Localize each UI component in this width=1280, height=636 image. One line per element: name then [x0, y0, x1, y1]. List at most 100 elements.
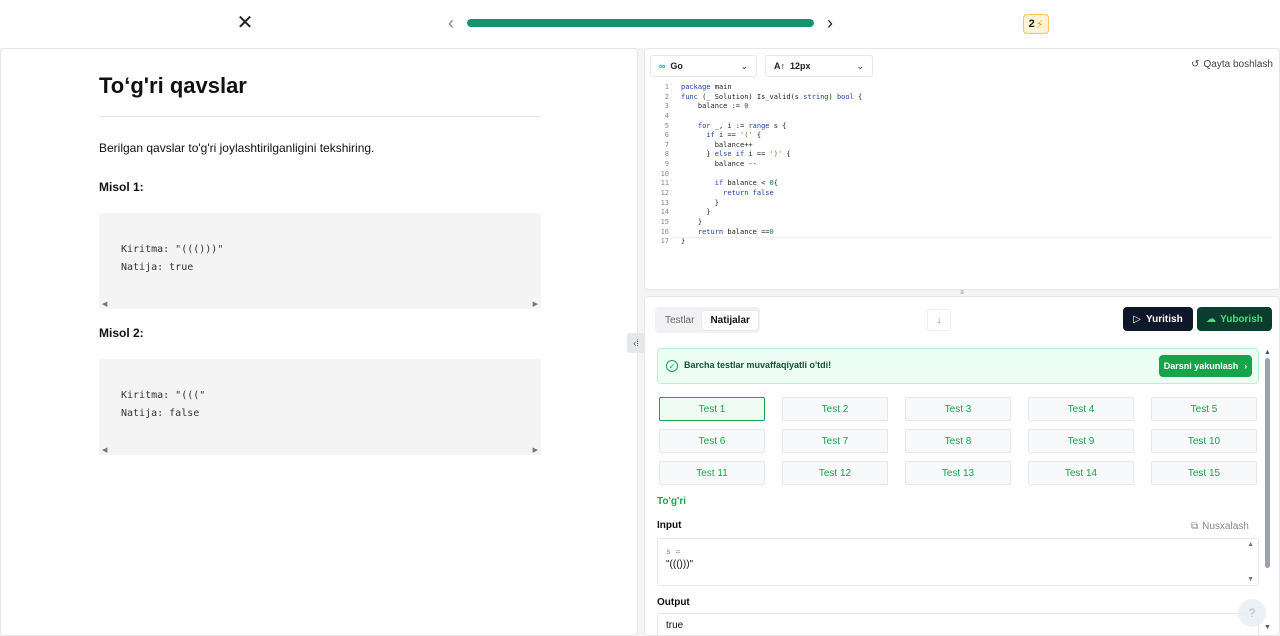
input-value: "((()))" — [666, 559, 694, 570]
scroll-down-icon[interactable]: ▼ — [1264, 624, 1271, 631]
input-box[interactable]: s = "((()))" ▲ ▼ — [657, 538, 1259, 586]
output-label: Output — [657, 597, 690, 608]
scroll-right-icon[interactable]: ▶ — [533, 300, 538, 308]
test-case-button[interactable]: Test 11 — [659, 461, 765, 485]
current-line-highlight — [672, 237, 1272, 238]
code-line: 1 package main — [653, 83, 1280, 93]
example-code: Kiritma: "(((" Natija: false — [121, 390, 206, 419]
scroll-left-icon[interactable]: ◀ — [102, 300, 107, 308]
code-line: 6 if i == '(' { — [653, 131, 1280, 141]
lightning-icon: ⚡ — [1035, 18, 1044, 31]
divider — [99, 116, 541, 117]
test-case-button[interactable]: Test 14 — [1028, 461, 1134, 485]
scroll-up-icon[interactable]: ▲ — [1247, 541, 1254, 548]
output-box[interactable]: true ▼ — [657, 613, 1259, 635]
code-line: 2 func (_ Solution) Is_valid(s string) bo… — [653, 93, 1280, 103]
line-number: 10 — [660, 169, 669, 178]
scroll-down-icon[interactable]: ▼ — [1247, 576, 1254, 583]
code-text: balance := 0 — [681, 102, 749, 111]
code-line: 11 if balance < 0{ — [653, 179, 1280, 189]
line-number: 5 — [664, 121, 669, 130]
problem-panel: To‘g'ri qavslar Berilgan qavslar to'g'ri… — [0, 48, 638, 636]
problem-title: To‘g'ri qavslar — [99, 73, 247, 98]
code-line: 13 } — [653, 199, 1280, 209]
tab-tests[interactable]: Testlar — [657, 311, 702, 330]
code-text: if balance < 0{ — [714, 179, 778, 188]
code-line: 16 return balance ==0 — [653, 228, 1280, 238]
language-value: Go — [670, 61, 683, 71]
copy-button[interactable]: ⧉ Nusxalash — [1191, 521, 1249, 532]
line-number: 12 — [660, 189, 669, 198]
test-case-button[interactable]: Test 12 — [782, 461, 888, 485]
test-verdict: To'g'ri — [657, 496, 687, 507]
test-case-button[interactable]: Test 1 — [659, 397, 765, 421]
progress-bar — [467, 19, 814, 27]
scrollbar-thumb[interactable] — [1265, 358, 1270, 568]
line-number: 2 — [664, 92, 669, 101]
finish-label: Darsni yakunlash — [1163, 361, 1239, 371]
code-text: } — [681, 208, 711, 217]
line-number: 6 — [664, 131, 669, 140]
test-case-button[interactable]: Test 2 — [782, 397, 888, 421]
code-line: 10 — [653, 170, 1280, 180]
test-case-button[interactable]: Test 3 — [905, 397, 1011, 421]
code-text: balance++ — [681, 140, 753, 149]
code-line: 12 return false — [653, 189, 1280, 199]
code-line: 8 } else if i == ')' { — [653, 150, 1280, 160]
example-label: Misol 2: — [99, 326, 144, 340]
vertical-scrollbar[interactable]: ▲ ▼ — [1264, 349, 1272, 631]
output-value: true — [666, 620, 684, 631]
test-case-button[interactable]: Test 8 — [905, 429, 1011, 453]
code-line: 17} — [653, 237, 1280, 247]
test-case-button[interactable]: Test 10 — [1151, 429, 1257, 453]
scroll-up-icon[interactable]: ▲ — [1264, 349, 1271, 356]
test-case-button[interactable]: Test 15 — [1151, 461, 1257, 485]
test-case-button[interactable]: Test 5 — [1151, 397, 1257, 421]
scroll-left-icon[interactable]: ◀ — [102, 446, 107, 454]
play-icon: ▷ — [1133, 313, 1141, 325]
chevron-down-icon: ⌄ — [856, 61, 864, 71]
close-icon[interactable]: ✕ — [236, 13, 254, 33]
finish-lesson-button[interactable]: Darsni yakunlash › — [1159, 355, 1252, 377]
collapse-panel-handle[interactable]: ‹⁞ — [627, 333, 645, 353]
test-case-button[interactable]: Test 13 — [905, 461, 1011, 485]
code-text: } — [681, 237, 686, 246]
code-line: 9 balance -- — [653, 160, 1280, 170]
tab-results[interactable]: Natijalar — [702, 310, 758, 330]
code-editor[interactable]: 1 package main 2 func (_ Solution) Is_vali… — [653, 83, 1280, 245]
code-text: for _, i := range s { — [697, 121, 787, 130]
test-case-button[interactable]: Test 9 — [1028, 429, 1134, 453]
run-button[interactable]: ▷ Yuritish — [1123, 307, 1193, 331]
code-text: } — [681, 217, 703, 226]
code-text: } else if i == ')' { — [681, 150, 791, 159]
arrow-down-icon[interactable]: ↓ — [927, 309, 951, 331]
streak-count: 2 — [1028, 18, 1035, 30]
test-case-grid: Test 1 Test 2 Test 3 Test 4 Test 5 Test … — [659, 397, 1257, 485]
code-text: balance -- — [681, 160, 757, 169]
code-line: 15 } — [653, 218, 1280, 228]
reset-button[interactable]: ↺ Qayta boshlash — [1191, 59, 1273, 70]
scroll-right-icon[interactable]: ▶ — [533, 446, 538, 454]
test-case-button[interactable]: Test 7 — [782, 429, 888, 453]
code-line: 3 balance := 0 — [653, 102, 1280, 112]
chevron-down-icon: ⌄ — [740, 61, 748, 71]
reset-label: Qayta boshlash — [1203, 59, 1274, 70]
chevron-right-icon[interactable]: › — [823, 13, 837, 33]
language-select[interactable]: ∞ Go ⌄ — [650, 55, 757, 77]
submit-button[interactable]: ☁ Yuborish — [1197, 307, 1272, 331]
horizontal-scrollbar[interactable]: ◀ ▶ — [99, 299, 541, 309]
input-label: Input — [657, 520, 682, 531]
line-number: 8 — [664, 150, 669, 159]
results-panel: Testlar Natijalar ↓ ▷ Yuritish ☁ Yuboris… — [644, 296, 1280, 636]
test-case-button[interactable]: Test 4 — [1028, 397, 1134, 421]
progress-bar-fill — [467, 19, 814, 27]
example-code: Kiritma: "((()))" Natija: true — [121, 244, 224, 273]
font-size-icon: A↑ — [774, 61, 785, 71]
go-logo-icon: ∞ — [659, 61, 666, 71]
horizontal-scrollbar[interactable]: ◀ ▶ — [99, 445, 541, 455]
test-case-button[interactable]: Test 6 — [659, 429, 765, 453]
chevron-left-icon[interactable]: ‹ — [444, 13, 458, 33]
font-size-select[interactable]: A↑ 12px ⌄ — [765, 55, 873, 77]
font-size-value: 12px — [790, 61, 811, 71]
help-icon[interactable]: ? — [1238, 599, 1266, 627]
